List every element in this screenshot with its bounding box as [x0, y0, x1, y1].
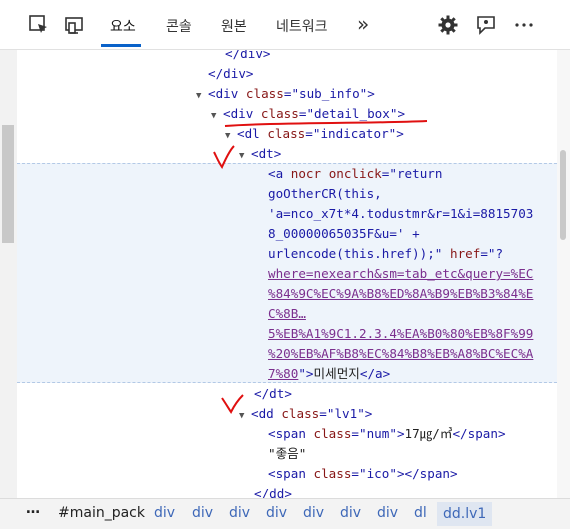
breadcrumb-item[interactable]: div: [377, 505, 398, 521]
anchor-attr-line: urlencode(this.href));" href="?: [268, 246, 504, 261]
anchor-text-line[interactable]: 7%80">미세먼지</a>: [268, 364, 390, 384]
breadcrumb-item[interactable]: div: [303, 505, 324, 521]
anchor-attr-line: goOtherCR(this,: [268, 186, 382, 201]
href-link-line[interactable]: C%8B…: [268, 304, 306, 324]
expand-triangle-icon[interactable]: ▼: [239, 146, 251, 166]
expand-triangle-icon[interactable]: ▼: [211, 106, 223, 126]
dom-tree-panel: </div> </div> ▼ <div class="sub_info"> ▼ <…: [17, 50, 557, 498]
dom-line[interactable]: </dd>: [254, 484, 292, 498]
left-scrollbar-thumb[interactable]: [2, 125, 14, 243]
right-scrollbar[interactable]: [557, 50, 570, 498]
devtools-toolbar: 요소 콘솔 원본 네트워크 »: [0, 0, 570, 50]
dom-node-span-ico[interactable]: <span class="ico"></span>: [268, 464, 458, 484]
device-emulation-icon[interactable]: [64, 14, 86, 36]
tab-sources[interactable]: 원본: [221, 16, 247, 36]
dom-line[interactable]: </div>: [208, 64, 254, 84]
href-link-line[interactable]: %84%9C%EC%9A%B8%ED%8A%B9%EB%B3%84%E: [268, 284, 533, 304]
href-link-line[interactable]: where=nexearch&sm=tab_etc&query=%EC: [268, 264, 533, 284]
dom-node-span-num[interactable]: <span class="num">17㎍/㎥</span>: [268, 424, 506, 444]
dom-text-node[interactable]: "좋음": [268, 444, 306, 464]
selected-tab-indicator: [101, 44, 141, 47]
expand-triangle-icon[interactable]: ▼: [196, 86, 208, 106]
breadcrumb-item[interactable]: div: [192, 505, 213, 521]
more-tabs-button[interactable]: »: [357, 12, 369, 36]
dom-line[interactable]: </div>: [225, 50, 271, 64]
closing-tag: </div>: [208, 66, 254, 81]
more-options-icon[interactable]: [513, 14, 535, 36]
closing-tag: </div>: [225, 50, 271, 61]
breadcrumb: … #main_pack div div div div div div div…: [0, 498, 570, 529]
expand-triangle-icon[interactable]: ▼: [225, 126, 237, 146]
href-link-line[interactable]: %20%EB%AF%B8%EC%84%B8%EB%A8%BC%EC%A: [268, 344, 533, 364]
breadcrumb-item[interactable]: dl: [414, 505, 427, 521]
href-link-line[interactable]: 5%EB%A1%9C1.2.3.4%EA%B0%80%EB%8F%99: [268, 324, 533, 344]
breadcrumb-item-selected[interactable]: dd.lv1: [437, 502, 493, 526]
dom-node-dt[interactable]: ▼ <dt>: [239, 144, 281, 164]
breadcrumb-item[interactable]: div: [229, 505, 250, 521]
settings-gear-icon[interactable]: [437, 14, 459, 36]
dom-node-dd-lv1[interactable]: ▼ <dd class="lv1">: [239, 404, 372, 424]
breadcrumb-item[interactable]: div: [340, 505, 361, 521]
tab-elements[interactable]: 요소: [110, 16, 136, 36]
breadcrumb-item[interactable]: div: [266, 505, 287, 521]
tab-network[interactable]: 네트워크: [276, 16, 328, 36]
dom-line[interactable]: </dt>: [254, 384, 292, 404]
anchor-attr-line: 8_00000065035F&u=' +: [268, 226, 420, 241]
feedback-icon[interactable]: [475, 14, 497, 36]
expand-triangle-icon[interactable]: ▼: [239, 406, 251, 426]
breadcrumb-overflow[interactable]: …: [26, 501, 40, 517]
anchor-attr-line: 'a=nco_x7t*4.todustmr&r=1&i=8815703: [268, 206, 534, 221]
breadcrumb-item[interactable]: div: [154, 505, 175, 521]
breadcrumb-item[interactable]: #main_pack: [58, 505, 145, 521]
left-scroll-gutter: [0, 50, 17, 498]
right-scrollbar-thumb[interactable]: [560, 150, 566, 240]
dom-node-anchor[interactable]: <a nocr onclick="return: [268, 164, 442, 184]
dom-node-detail-box[interactable]: ▼ <div class="detail_box">: [211, 104, 405, 124]
tab-console[interactable]: 콘솔: [166, 16, 192, 36]
inspect-element-icon[interactable]: [28, 14, 50, 36]
dom-node-indicator[interactable]: ▼ <dl class="indicator">: [225, 124, 404, 144]
dom-node-sub-info[interactable]: ▼ <div class="sub_info">: [196, 84, 375, 104]
